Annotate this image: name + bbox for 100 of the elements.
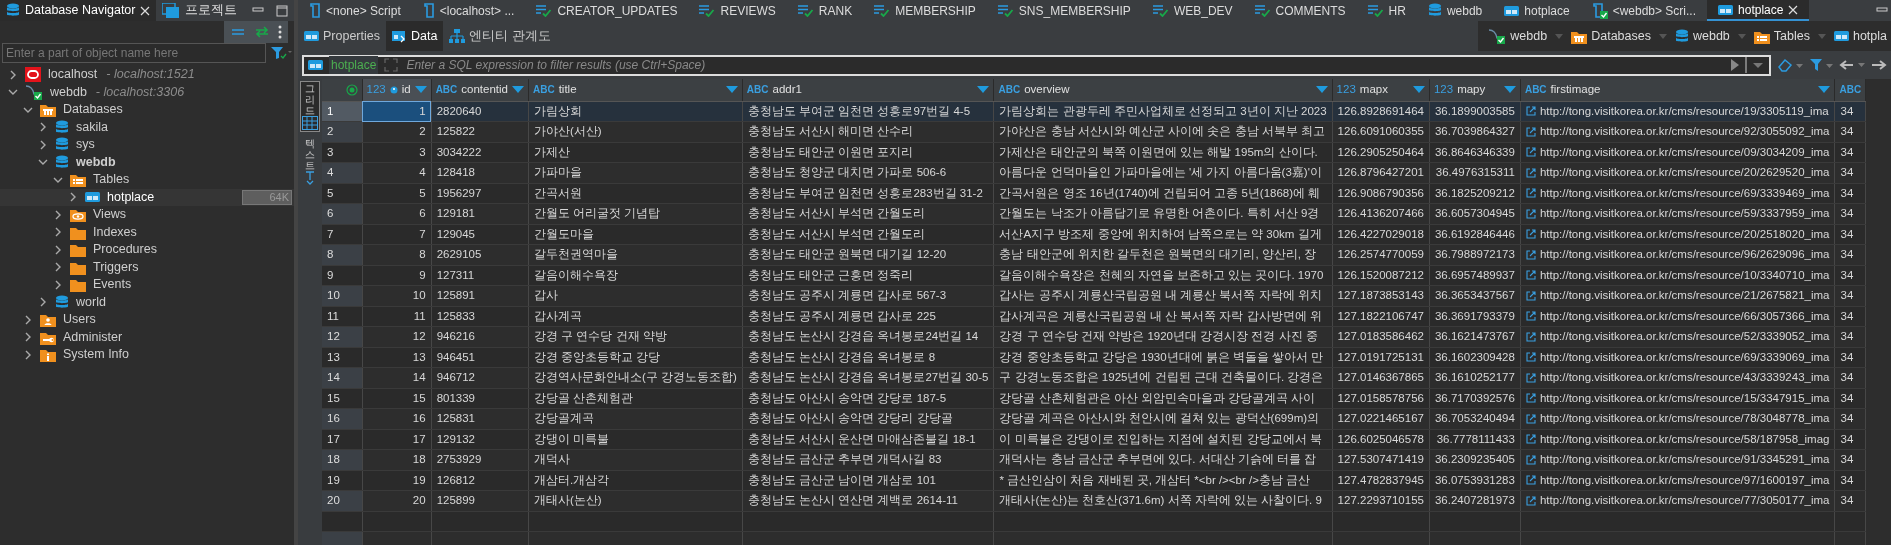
row-number[interactable]: 9 — [322, 265, 362, 286]
breadcrumb-item[interactable]: webdb — [1670, 26, 1734, 46]
tree-item[interactable]: world — [76, 292, 106, 312]
editor-tab[interactable]: SNS_MEMBERSHIP — [986, 0, 1142, 21]
tree-item[interactable]: Administer — [63, 327, 123, 347]
tree-item[interactable]: Tables — [93, 170, 130, 190]
panel-tab[interactable]: Database Navigator — [0, 0, 157, 21]
sync-arrows-icon[interactable] — [254, 26, 270, 38]
chevron-right-icon[interactable] — [23, 332, 33, 343]
tree-item[interactable]: sys — [76, 135, 95, 155]
link-text[interactable]: http://tong.visitkorea.or.kr/cms/resource/92/3055092_ima — [1539, 123, 1830, 141]
link-text[interactable]: http://tong.visitkorea.or.kr/cms/resource/97/1600197_ima — [1539, 471, 1830, 489]
filter-icon[interactable] — [270, 46, 292, 60]
tree-item[interactable]: Triggers — [93, 257, 139, 277]
column-header[interactable]: ABC title — [528, 79, 743, 101]
breadcrumb-item[interactable]: webdb — [1484, 26, 1552, 46]
link-text[interactable]: http://tong.visitkorea.or.kr/cms/resource/43/3339243_ima — [1539, 369, 1830, 387]
breadcrumb-item[interactable]: Databases — [1567, 26, 1655, 46]
editor-tab[interactable]: hotplace — [1493, 0, 1581, 21]
filter-icon[interactable] — [1809, 58, 1833, 72]
more-icon[interactable] — [278, 25, 282, 39]
editor-tab[interactable]: RANK — [786, 0, 864, 21]
row-number[interactable]: 6 — [322, 203, 362, 224]
chevron-right-icon[interactable] — [53, 262, 63, 273]
search-field[interactable]: Enter a part of object name here — [2, 43, 266, 63]
row-number[interactable]: 5 — [322, 183, 362, 204]
filter-field[interactable]: hotplace Enter a SQL expression to filter results (use Ctrl+Space) — [302, 54, 1771, 76]
chevron-right-icon[interactable] — [38, 139, 48, 150]
dropdown-icon[interactable] — [725, 86, 738, 94]
panel-tab[interactable]: 프로젝트 — [156, 0, 244, 21]
link-text[interactable]: http://tong.visitkorea.or.kr/cms/resource/91/3345291_ima — [1539, 451, 1830, 469]
link-text[interactable]: http://tong.visitkorea.or.kr/cms/resource/77/3050177_ima — [1539, 492, 1830, 510]
editor-tab[interactable]: <none> Script — [298, 0, 412, 21]
row-number[interactable]: 17 — [322, 429, 362, 450]
view-toggle[interactable]: 텍스트 — [300, 136, 320, 187]
link-text[interactable]: http://tong.visitkorea.or.kr/cms/resource/20/2629520_ima — [1539, 164, 1830, 182]
tree-item[interactable]: Indexes — [93, 222, 137, 242]
breadcrumb-item[interactable]: Tables — [1749, 26, 1814, 46]
filter-input[interactable]: Enter a SQL expression to filter results (use Ctrl+Space) — [404, 55, 1725, 75]
chevron-right-icon[interactable] — [53, 227, 63, 238]
view-tab[interactable]: Data — [386, 21, 444, 51]
chevron-right-icon[interactable] — [53, 209, 63, 220]
tree-item[interactable]: Users — [63, 310, 96, 330]
tree-item[interactable]: sakila — [76, 117, 108, 137]
column-header[interactable]: ABC contentid — [431, 79, 529, 101]
row-number[interactable]: 16 — [322, 408, 362, 429]
tree-item[interactable]: Events — [93, 275, 132, 295]
column-header[interactable]: ABC overview — [993, 79, 1333, 101]
tree-item[interactable]: hotplace — [107, 187, 155, 207]
back-arrow-icon[interactable] — [1839, 59, 1865, 71]
chevron-right-icon[interactable] — [23, 349, 33, 360]
chevron-right-icon[interactable] — [53, 244, 63, 255]
view-tab[interactable]: 엔티티 관계도 — [443, 21, 557, 51]
tree-item[interactable]: webdb — [76, 152, 116, 172]
history-dropdown-icon[interactable] — [1745, 57, 1765, 73]
tree-item[interactable]: Procedures — [93, 240, 157, 260]
column-header[interactable]: 123 mapx — [1332, 79, 1430, 101]
row-number[interactable]: 20 — [322, 490, 362, 511]
column-header[interactable]: 123 mapy — [1429, 79, 1521, 101]
editor-tab[interactable]: REVIEWS — [688, 0, 787, 21]
editor-tab[interactable]: HR — [1356, 0, 1417, 21]
chevron-right-icon[interactable] — [23, 314, 33, 325]
view-tab[interactable]: Properties — [298, 21, 386, 51]
link-text[interactable]: http://tong.visitkorea.or.kr/cms/resource/96/2629096_ima — [1539, 246, 1830, 264]
row-number[interactable]: 14 — [322, 367, 362, 388]
breadcrumb-item[interactable]: hotpla — [1829, 26, 1891, 46]
chevron-right-icon[interactable] — [53, 279, 63, 290]
editor-tab[interactable]: CREATOR_UPDATES — [525, 0, 689, 21]
column-header[interactable]: ABC firstimage — [1520, 79, 1835, 101]
link-text[interactable]: http://tong.visitkorea.or.kr/cms/resource/78/3048778_ima — [1539, 410, 1830, 428]
dropdown-icon[interactable] — [1412, 86, 1425, 94]
link-text[interactable]: http://tong.visitkorea.or.kr/cms/resource/52/3339052_ima — [1539, 328, 1830, 346]
row-number[interactable]: 11 — [322, 306, 362, 327]
tree-item[interactable]: Databases — [63, 100, 123, 120]
row-number[interactable]: 19 — [322, 470, 362, 491]
chevron-right-icon[interactable] — [38, 122, 48, 133]
chevron-right-icon[interactable] — [68, 192, 78, 203]
run-icon[interactable] — [1731, 59, 1739, 71]
close-icon[interactable] — [1788, 4, 1799, 15]
dropdown-icon[interactable] — [1503, 86, 1516, 94]
tree-item[interactable]: localhost — [48, 65, 98, 85]
tree-item[interactable]: webdb — [50, 82, 87, 102]
link-text[interactable]: http://tong.visitkorea.or.kr/cms/resource/15/3347915_ima — [1539, 389, 1830, 407]
view-toggle[interactable]: 그리드 — [300, 81, 320, 132]
editor-tab[interactable]: hotplace — [1707, 0, 1810, 21]
row-number[interactable]: 2 — [322, 121, 362, 142]
row-number[interactable]: 7 — [322, 224, 362, 245]
chevron-right-icon[interactable] — [38, 297, 48, 308]
column-header[interactable]: 123 id — [362, 79, 432, 101]
row-number[interactable]: 13 — [322, 347, 362, 368]
dropdown-icon[interactable] — [977, 86, 990, 94]
row-number[interactable]: 15 — [322, 388, 362, 409]
close-icon[interactable] — [140, 5, 151, 16]
dropdown-icon[interactable] — [1818, 86, 1831, 94]
maximize-icon[interactable] — [276, 4, 288, 17]
tree-item[interactable]: System Info — [63, 345, 129, 365]
link-text[interactable]: http://tong.visitkorea.or.kr/cms/resource/59/3337959_ima — [1539, 205, 1830, 223]
editor-tab[interactable]: COMMENTS — [1243, 0, 1357, 21]
row-number[interactable]: 3 — [322, 142, 362, 163]
dropdown-icon[interactable] — [414, 86, 427, 94]
